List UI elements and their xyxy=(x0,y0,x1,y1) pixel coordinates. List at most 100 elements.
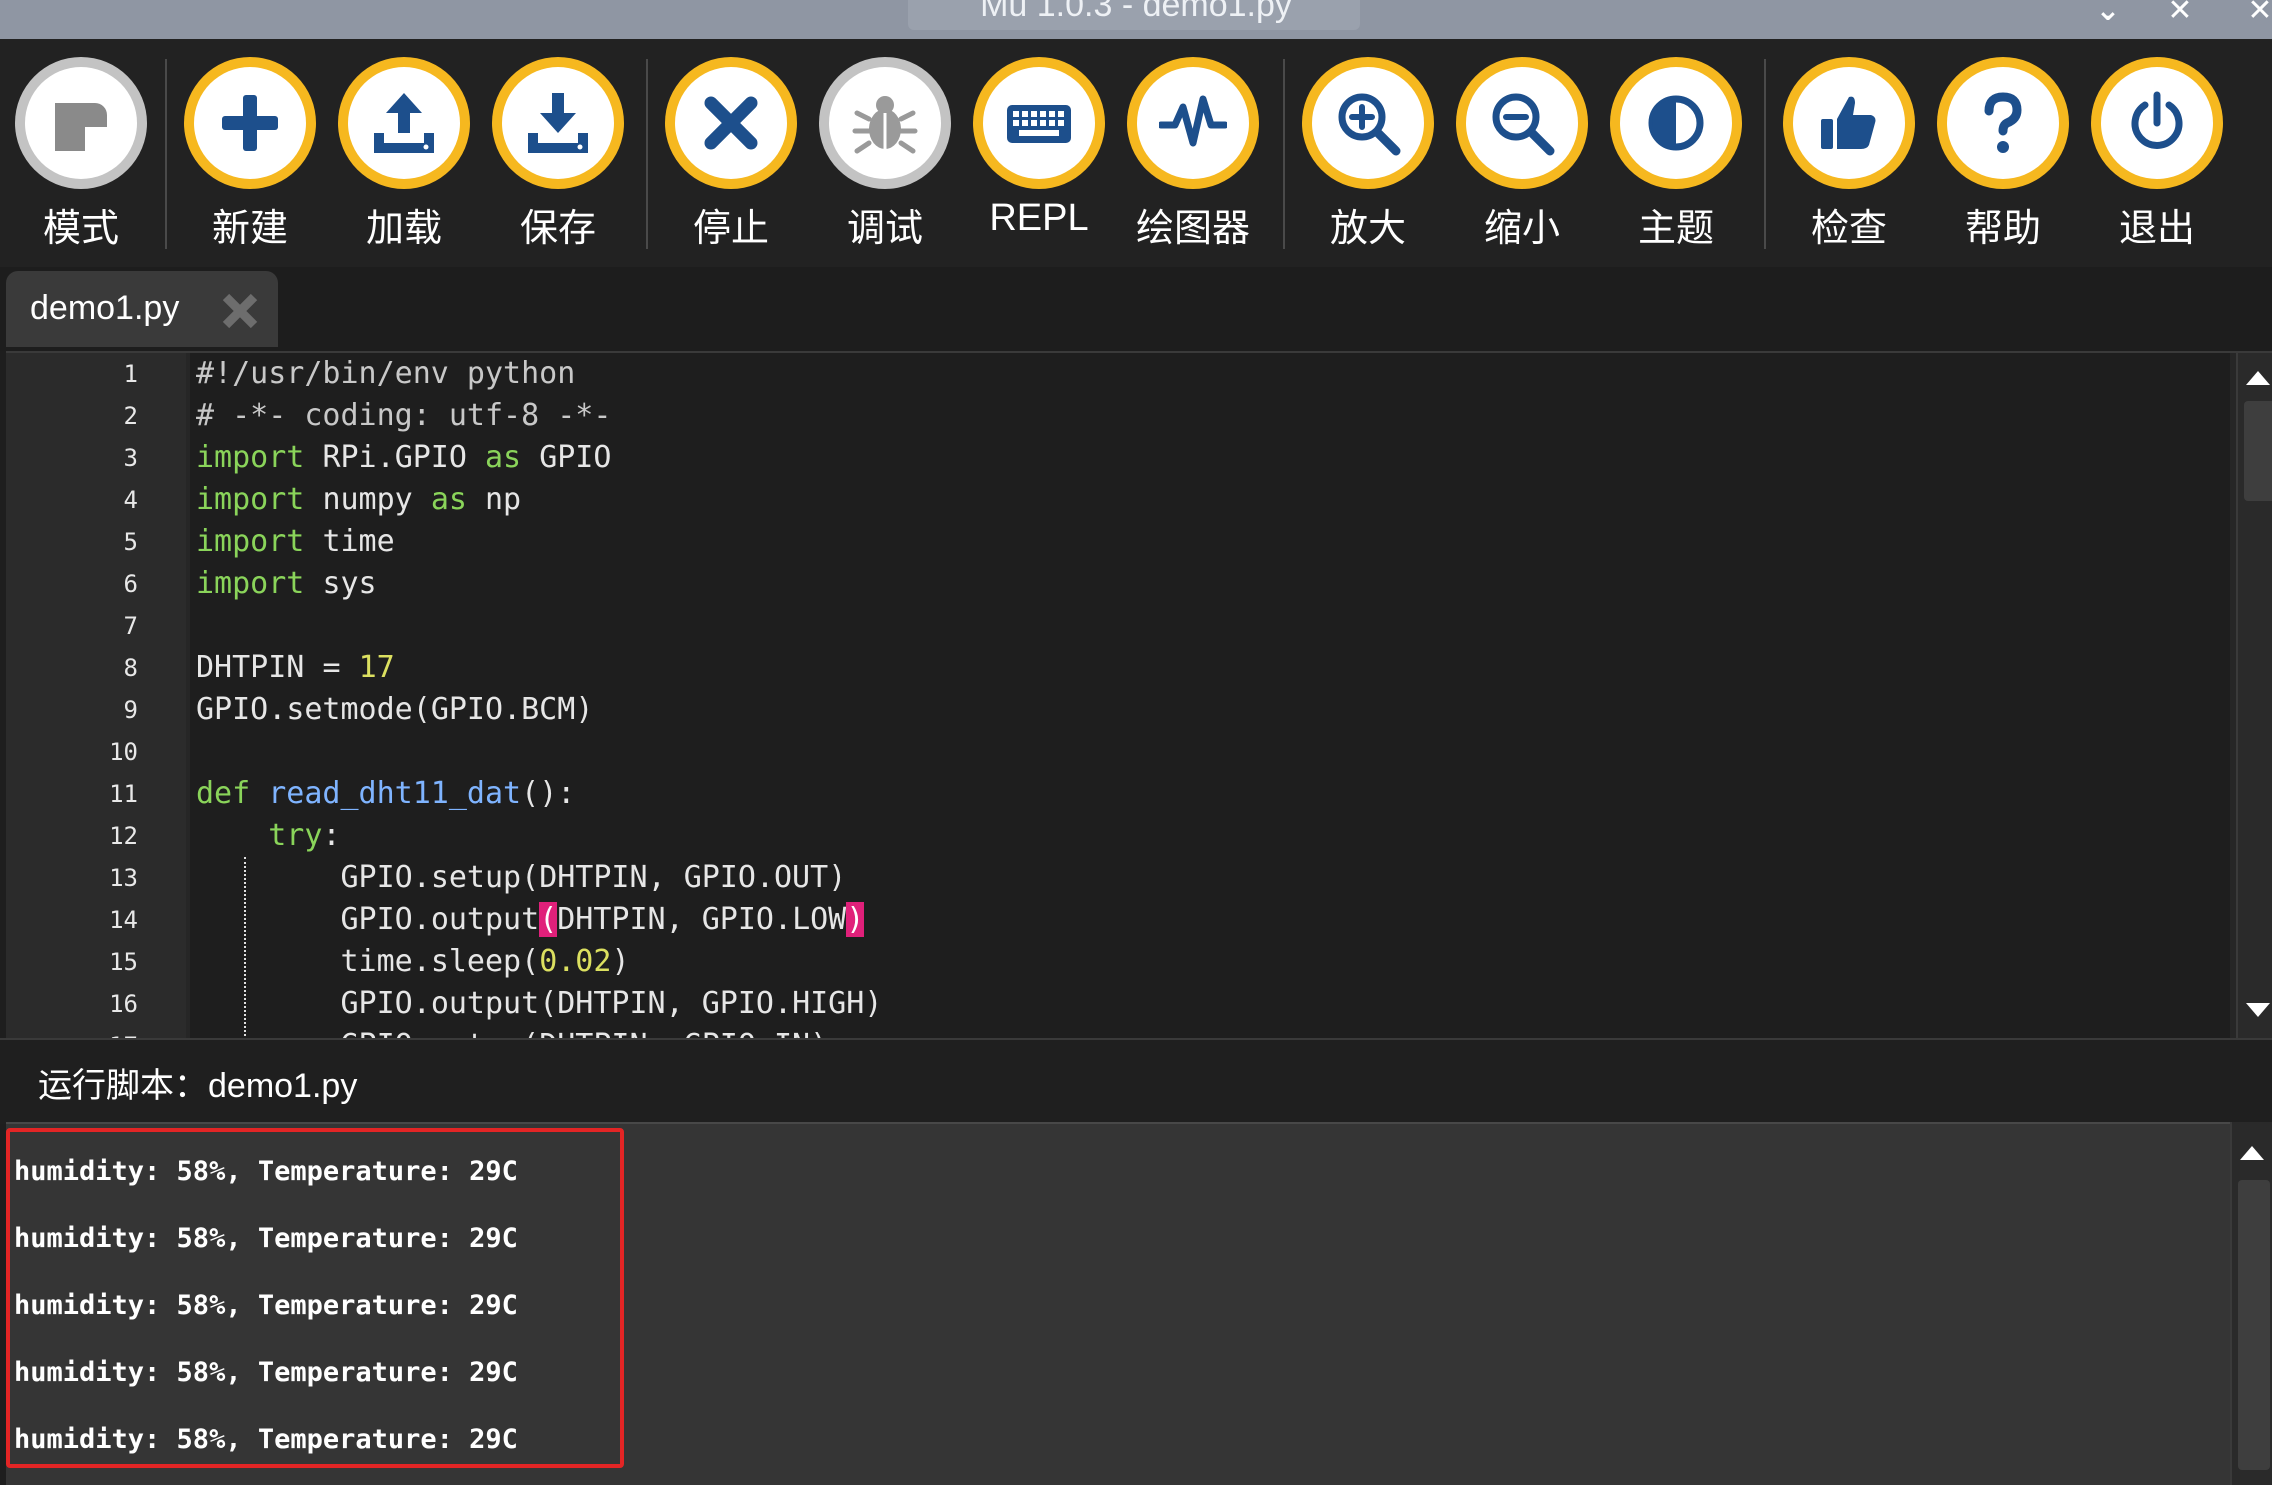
tab-bar: demo1.py xyxy=(0,267,2272,351)
plotter-button-face xyxy=(1137,67,1249,179)
output-scroll-up-arrow[interactable] xyxy=(2240,1146,2264,1160)
quit-button-face xyxy=(2101,67,2213,179)
power-icon xyxy=(2131,91,2183,149)
line-number: 14 xyxy=(109,906,138,934)
quit-button-label: 退出 xyxy=(2118,208,2195,250)
code-line: GPIO.output(DHTPIN, GPIO.LOW) xyxy=(340,902,865,937)
load-button-face xyxy=(348,67,460,179)
output-line: humidity: 58%, Temperature: 29C xyxy=(14,1357,518,1388)
maximize-button[interactable]: ✕ xyxy=(2160,0,2200,26)
title-bar: Mu 1.0.3 - demo1.py ⌄ ✕ ✕ xyxy=(0,0,2272,39)
run-panel-header: 运行脚本：demo1.py xyxy=(0,1038,2272,1124)
line-number: 9 xyxy=(123,696,138,724)
close-tab-icon[interactable] xyxy=(218,289,262,333)
code-line: #!/usr/bin/env python xyxy=(196,356,576,391)
contrast-icon xyxy=(1648,95,1704,151)
line-number: 3 xyxy=(123,444,138,472)
scroll-up-arrow[interactable] xyxy=(2246,371,2270,385)
repl-button-ring xyxy=(973,57,1105,189)
keyboard-icon xyxy=(1007,105,1071,143)
line-number: 1 xyxy=(123,360,138,388)
new-button[interactable]: 新建 xyxy=(175,57,325,257)
check-button[interactable]: 检查 xyxy=(1774,57,1924,257)
editor-scrollbar[interactable] xyxy=(2236,353,2272,1040)
theme-button-ring xyxy=(1610,57,1742,189)
debug-button-ring xyxy=(819,57,951,189)
theme-button[interactable]: 主题 xyxy=(1601,57,1751,257)
zoom-out-icon xyxy=(1492,93,1555,156)
help-button[interactable]: 帮助 xyxy=(1928,57,2078,257)
help-button-ring xyxy=(1937,57,2069,189)
code-text-area[interactable]: #!/usr/bin/env python # -*- coding: utf-8… xyxy=(190,353,2230,1040)
line-number: 7 xyxy=(123,612,138,640)
debug-button[interactable]: 调试 xyxy=(810,57,960,257)
plotter-button-label: 绘图器 xyxy=(1135,208,1250,250)
load-button[interactable]: 加载 xyxy=(329,57,479,257)
repl-button[interactable]: REPL xyxy=(964,57,1114,257)
close-window-button[interactable]: ✕ xyxy=(2240,0,2272,26)
theme-button-face xyxy=(1620,67,1732,179)
tab-label: demo1.py xyxy=(30,289,180,327)
code-line: # -*- coding: utf-8 -*- xyxy=(196,398,612,433)
upload-icon xyxy=(374,93,434,153)
stop-button-ring xyxy=(665,57,797,189)
output-line: humidity: 58%, Temperature: 29C xyxy=(14,1223,518,1254)
close-icon xyxy=(704,96,758,150)
output-console[interactable]: humidity: 58%, Temperature: 29C humidity… xyxy=(6,1122,2230,1485)
save-button-ring xyxy=(492,57,624,189)
run-script-title: 运行脚本：demo1.py xyxy=(38,1067,358,1105)
zoom-out-button[interactable]: 缩小 xyxy=(1447,57,1597,257)
code-line: def read_dht11_dat(): xyxy=(196,776,576,811)
thumbs-up-icon xyxy=(1821,96,1876,149)
output-line: humidity: 58%, Temperature: 29C xyxy=(14,1156,518,1187)
line-number: 12 xyxy=(109,822,138,850)
plotter-button[interactable]: 绘图器 xyxy=(1118,57,1268,257)
quit-button[interactable]: 退出 xyxy=(2082,57,2232,257)
code-line: DHTPIN = 17 xyxy=(196,650,395,685)
line-number: 6 xyxy=(123,570,138,598)
indent-guide xyxy=(244,857,246,1040)
line-number: 4 xyxy=(123,486,138,514)
mode-button[interactable]: 模式 xyxy=(6,57,156,257)
line-number: 11 xyxy=(109,780,138,808)
bug-icon xyxy=(852,96,918,154)
line-number: 5 xyxy=(123,528,138,556)
mode-icon xyxy=(55,103,107,151)
repl-button-face xyxy=(983,67,1095,179)
code-line: GPIO.setmode(GPIO.BCM) xyxy=(196,692,594,727)
output-scrollbar[interactable] xyxy=(2230,1122,2272,1485)
help-icon xyxy=(1984,92,2022,153)
quit-button-ring xyxy=(2091,57,2223,189)
download-icon xyxy=(528,93,588,153)
line-number: 10 xyxy=(109,738,138,766)
output-scroll-thumb[interactable] xyxy=(2238,1180,2270,1470)
zoom-in-button[interactable]: 放大 xyxy=(1293,57,1443,257)
scroll-down-arrow[interactable] xyxy=(2246,1003,2270,1017)
zoom-in-button-face xyxy=(1312,67,1424,179)
check-button-ring xyxy=(1783,57,1915,189)
line-number-gutter: 1 2 3 4 5 6 7 8 9 10 11 12 13 14 15 16 1… xyxy=(6,353,186,1040)
plotter-button-ring xyxy=(1127,57,1259,189)
code-editor[interactable]: 1 2 3 4 5 6 7 8 9 10 11 12 13 14 15 16 1… xyxy=(6,351,2272,1040)
code-line: try: xyxy=(268,818,341,853)
zoom-out-button-ring xyxy=(1456,57,1588,189)
line-number: 2 xyxy=(123,402,138,430)
tab-demo1[interactable]: demo1.py xyxy=(6,271,278,347)
save-button-label: 保存 xyxy=(519,208,596,250)
toolbar: 模式 新建 加载 保存 停止 调试 REPL 绘图器 放大 缩小 主题 检查 帮… xyxy=(0,39,2272,267)
output-line: humidity: 58%, Temperature: 29C xyxy=(14,1424,518,1455)
save-button[interactable]: 保存 xyxy=(483,57,633,257)
zoom-in-button-ring xyxy=(1302,57,1434,189)
scroll-thumb[interactable] xyxy=(2244,401,2272,501)
help-button-face xyxy=(1947,67,2059,179)
minimize-button[interactable]: ⌄ xyxy=(2088,0,2128,26)
pulse-icon xyxy=(1159,95,1227,147)
code-line: import sys xyxy=(196,566,377,601)
code-line: import time xyxy=(196,524,395,559)
stop-button[interactable]: 停止 xyxy=(656,57,806,257)
theme-button-label: 主题 xyxy=(1637,208,1714,250)
save-button-face xyxy=(502,67,614,179)
code-line: import RPi.GPIO as GPIO xyxy=(196,440,612,475)
line-number: 16 xyxy=(109,990,138,1018)
mode-button-ring xyxy=(15,57,147,189)
